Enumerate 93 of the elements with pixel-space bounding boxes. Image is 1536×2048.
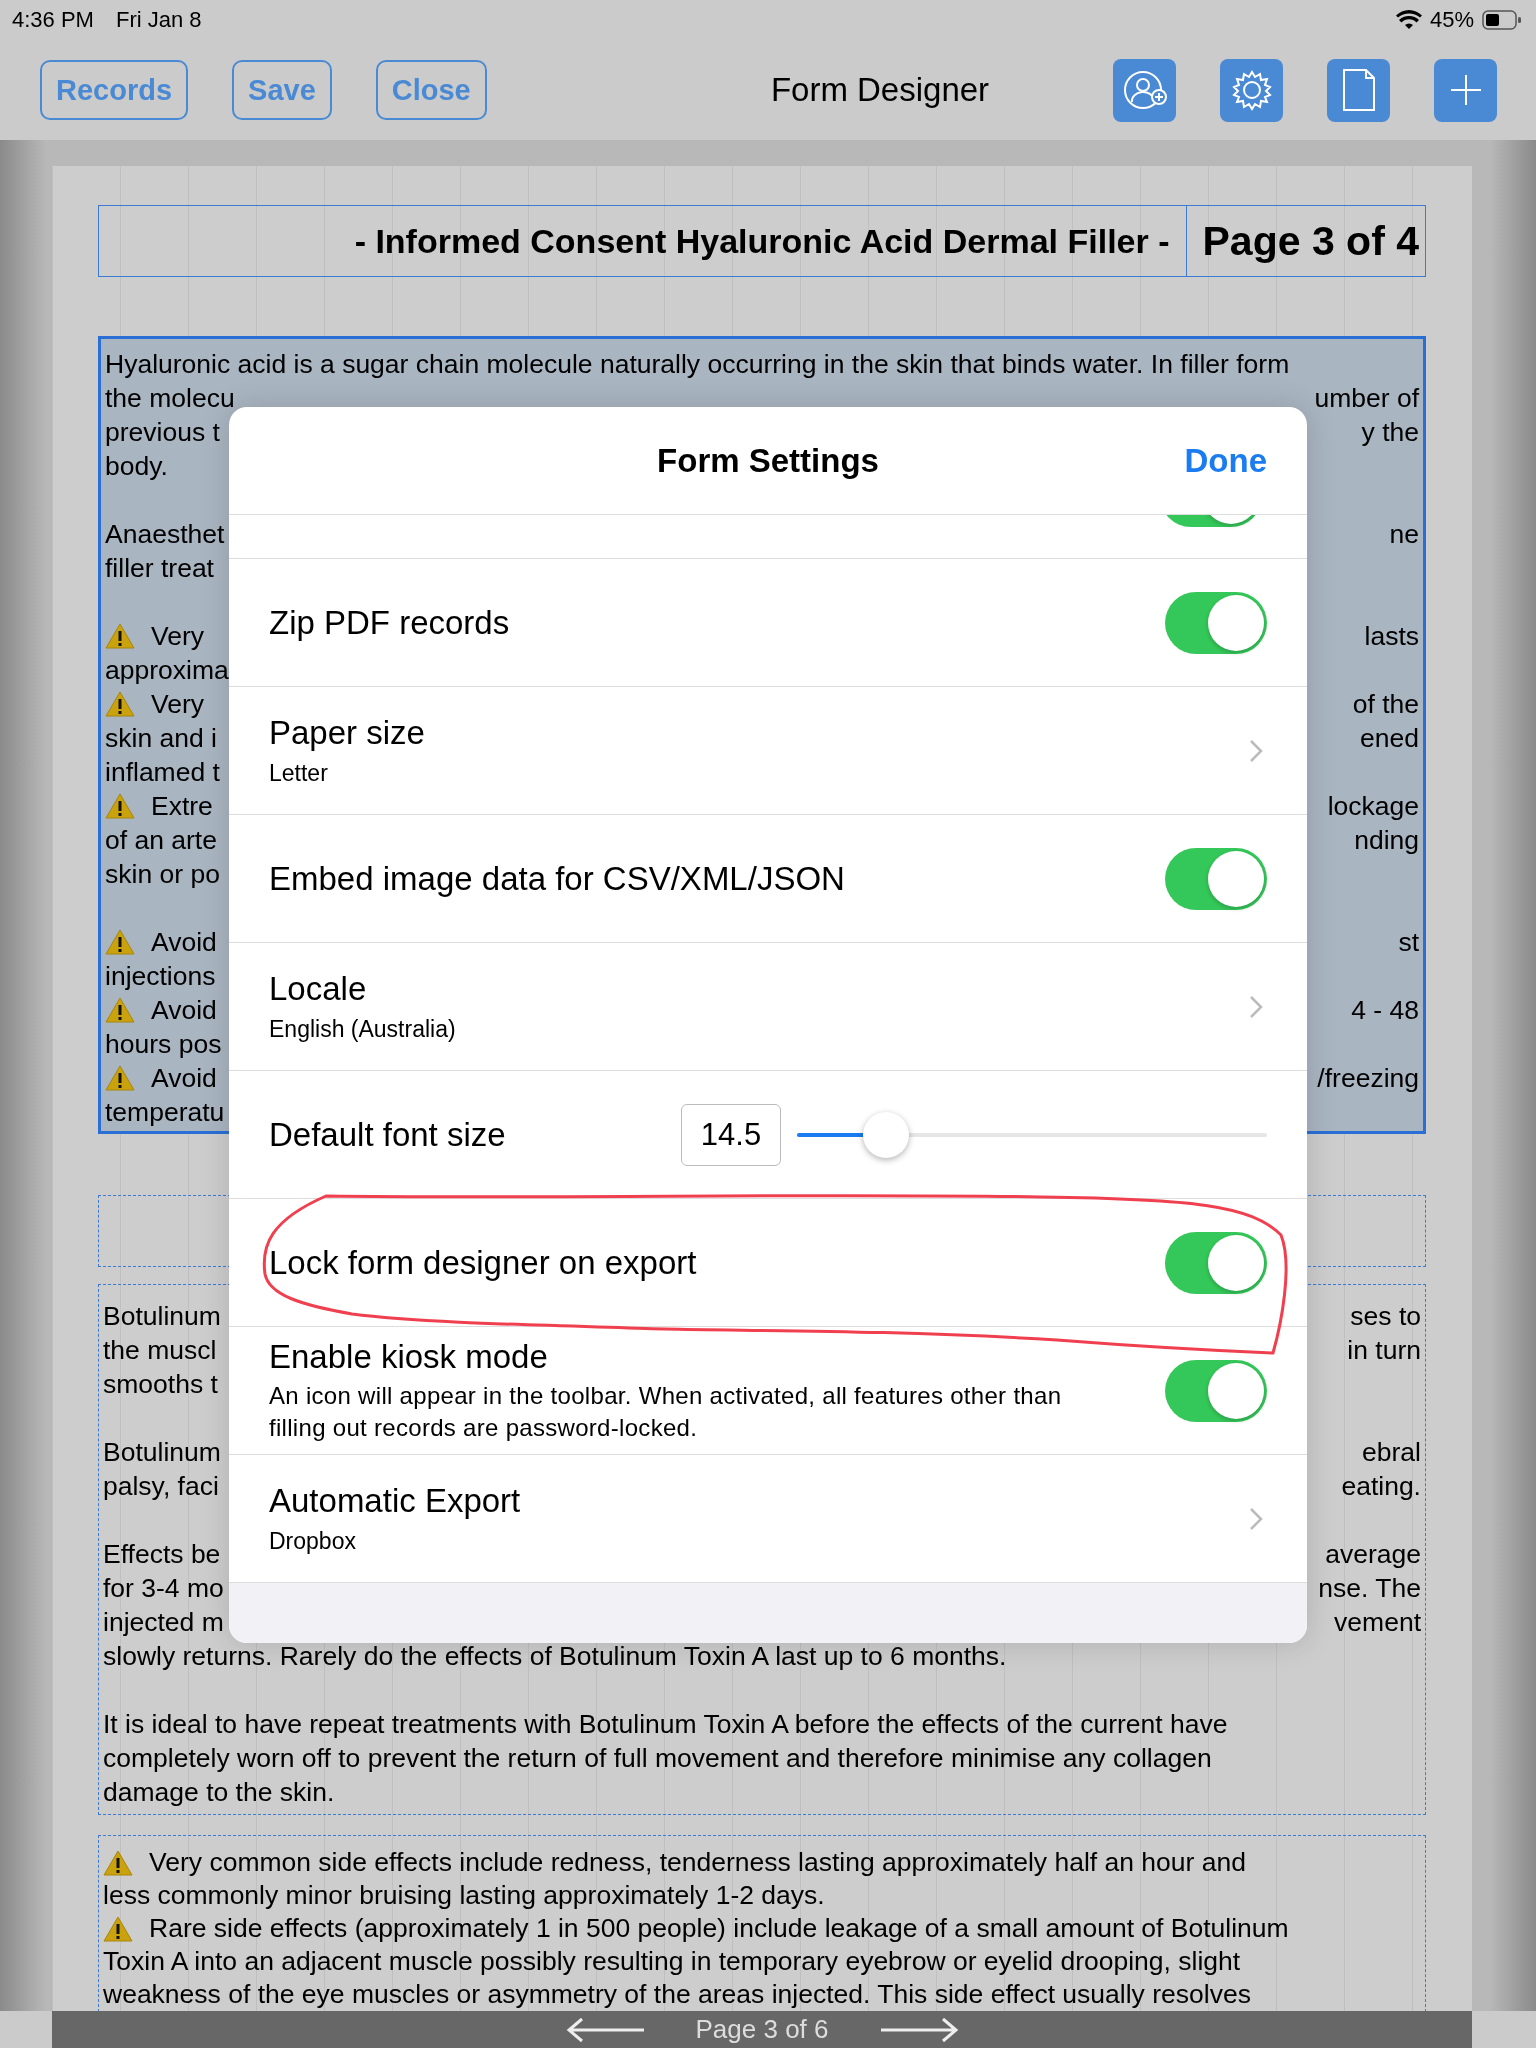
body-text: palsy, faci <box>103 1470 219 1502</box>
done-button[interactable]: Done <box>1184 441 1267 480</box>
setting-description: An icon will appear in the toolbar. When activated, all features other than filling out records are password-locked. <box>269 1380 1063 1443</box>
toolbar-button[interactable]: Records <box>40 60 189 120</box>
setting-label: Automatic Export <box>269 1482 522 1520</box>
body-text: body. <box>105 450 168 482</box>
battery-icon <box>1482 10 1522 30</box>
font-size-field[interactable]: 14.5 <box>681 1103 781 1166</box>
body-text: smooths t <box>103 1368 218 1400</box>
slider-thumb[interactable] <box>863 1111 910 1158</box>
battery-percent: 45% <box>1429 7 1474 33</box>
body-text: eating. <box>1341 1470 1421 1502</box>
body-text: It is ideal to have repeat treatments with Botulinum Toxin A before the effects of the current have <box>103 1708 1228 1740</box>
plus-icon <box>1448 73 1483 107</box>
status-time: 4:36 PM <box>12 7 94 33</box>
document-icon <box>1341 68 1376 112</box>
setting-value: English (Australia) <box>269 1016 457 1043</box>
body-text: of an arte <box>105 824 217 856</box>
body-text: approxima <box>105 654 229 686</box>
setting-label: Lock form designer on export <box>269 1243 698 1282</box>
body-text: skin or po <box>105 858 220 890</box>
body-text: damage to the skin. <box>103 1776 335 1808</box>
body-text: y the <box>1361 416 1419 448</box>
toolbar-button[interactable]: Close <box>375 60 487 120</box>
chevron-icon[interactable] <box>1249 994 1263 1019</box>
body-text: weakness of the eye muscles or asymmetry of the areas injected. This side effect usually resolves <box>103 1979 1251 2010</box>
dialog-title: Form Settings <box>657 441 879 480</box>
body-text: Botulinum <box>103 1300 221 1332</box>
setting-label: Embed image data for CSV/XML/JSON <box>269 859 846 898</box>
body-text: Botulinum <box>103 1436 221 1468</box>
body-text: Avoid <box>151 1062 217 1094</box>
body-text: Toxin A into an adjacent muscle possibly resulting in temporary eyebrow or eyelid drooping, slight <box>103 1946 1241 1977</box>
body-text: injections <box>105 960 216 992</box>
setting-label: Zip PDF records <box>269 603 511 642</box>
body-text: Anaesthet <box>105 518 225 550</box>
body-text: the molecu <box>105 382 235 414</box>
toolbar-title: Form Designer <box>769 71 991 109</box>
page-indicator: Page 3 of 6 <box>695 2014 829 2045</box>
body-text: Very <box>151 688 205 720</box>
body-text: st <box>1398 926 1419 958</box>
body-text: inflamed t <box>105 756 220 788</box>
body-text: of the <box>1352 688 1419 720</box>
body-text: for 3-4 mo <box>103 1572 224 1604</box>
setting-label: Paper size <box>269 714 426 752</box>
body-text: slowly returns. Rarely do the effects of Botulinum Toxin A last up to 6 months. <box>103 1640 1007 1672</box>
body-text: ne <box>1389 518 1419 550</box>
setting-label: Default font size <box>269 1115 506 1154</box>
body-text: lasts <box>1364 620 1419 652</box>
body-text: Very <box>151 620 205 652</box>
wifi-icon <box>1395 10 1422 30</box>
document-button[interactable] <box>1327 58 1390 122</box>
body-text: ebral <box>1362 1436 1421 1468</box>
chevron-icon[interactable] <box>1249 1506 1263 1531</box>
body-text: the muscl <box>103 1334 217 1366</box>
body-text: average <box>1325 1538 1421 1570</box>
settings-button[interactable] <box>1220 58 1283 122</box>
body-text: vement <box>1334 1606 1421 1638</box>
body-text: filler treat <box>105 552 214 584</box>
toolbar-button[interactable]: Save <box>232 60 332 120</box>
body-text: nse. The <box>1318 1572 1421 1604</box>
body-text: previous t <box>105 416 220 448</box>
body-text: ened <box>1360 722 1419 754</box>
body-text: Rare side effects (approximately 1 in 500 people) include leakage of a small amount of Botulinum <box>149 1913 1289 1944</box>
body-text: injected m <box>103 1606 224 1638</box>
body-text: Extre <box>151 790 213 822</box>
form-title: - Informed Consent Hyaluronic Acid Dermal Filler - <box>354 221 1171 261</box>
body-text: nding <box>1354 824 1419 856</box>
setting-value: Dropbox <box>269 1528 357 1555</box>
add-button[interactable] <box>1434 58 1497 122</box>
body-text: Avoid <box>151 926 217 958</box>
body-text: Hyaluronic acid is a sugar chain molecule naturally occurring in the skin that binds water. In filler form <box>105 348 1290 380</box>
page-number: Page 3 of 4 <box>1185 206 1425 276</box>
body-text: /freezing <box>1317 1062 1419 1094</box>
body-text: 4 - 48 <box>1351 994 1419 1026</box>
status-date: Fri Jan 8 <box>115 7 202 33</box>
body-text: umber of <box>1314 382 1419 414</box>
chevron-icon[interactable] <box>1249 738 1263 763</box>
body-text: ses to <box>1350 1300 1421 1332</box>
body-text: Effects be <box>103 1538 221 1570</box>
body-text: hours pos <box>105 1028 222 1060</box>
setting-value: Letter <box>269 760 329 787</box>
add-user-button[interactable] <box>1113 58 1176 122</box>
body-text: less commonly minor bruising lasting approximately 1-2 days. <box>103 1880 825 1911</box>
setting-label: Enable kiosk mode <box>269 1337 549 1376</box>
setting-label: Locale <box>269 970 368 1008</box>
body-text: skin and i <box>105 722 217 754</box>
body-text: lockage <box>1327 790 1419 822</box>
font-size-slider[interactable] <box>797 1110 1267 1159</box>
body-text: completely worn off to prevent the return of full movement and therefore minimise any collagen <box>103 1742 1212 1774</box>
body-text: Very common side effects include redness, tenderness lasting approximately half an hour and <box>149 1847 1246 1878</box>
body-text: temperatu <box>105 1096 225 1128</box>
body-text: Avoid <box>151 994 217 1026</box>
body-text: in turn <box>1347 1334 1421 1366</box>
